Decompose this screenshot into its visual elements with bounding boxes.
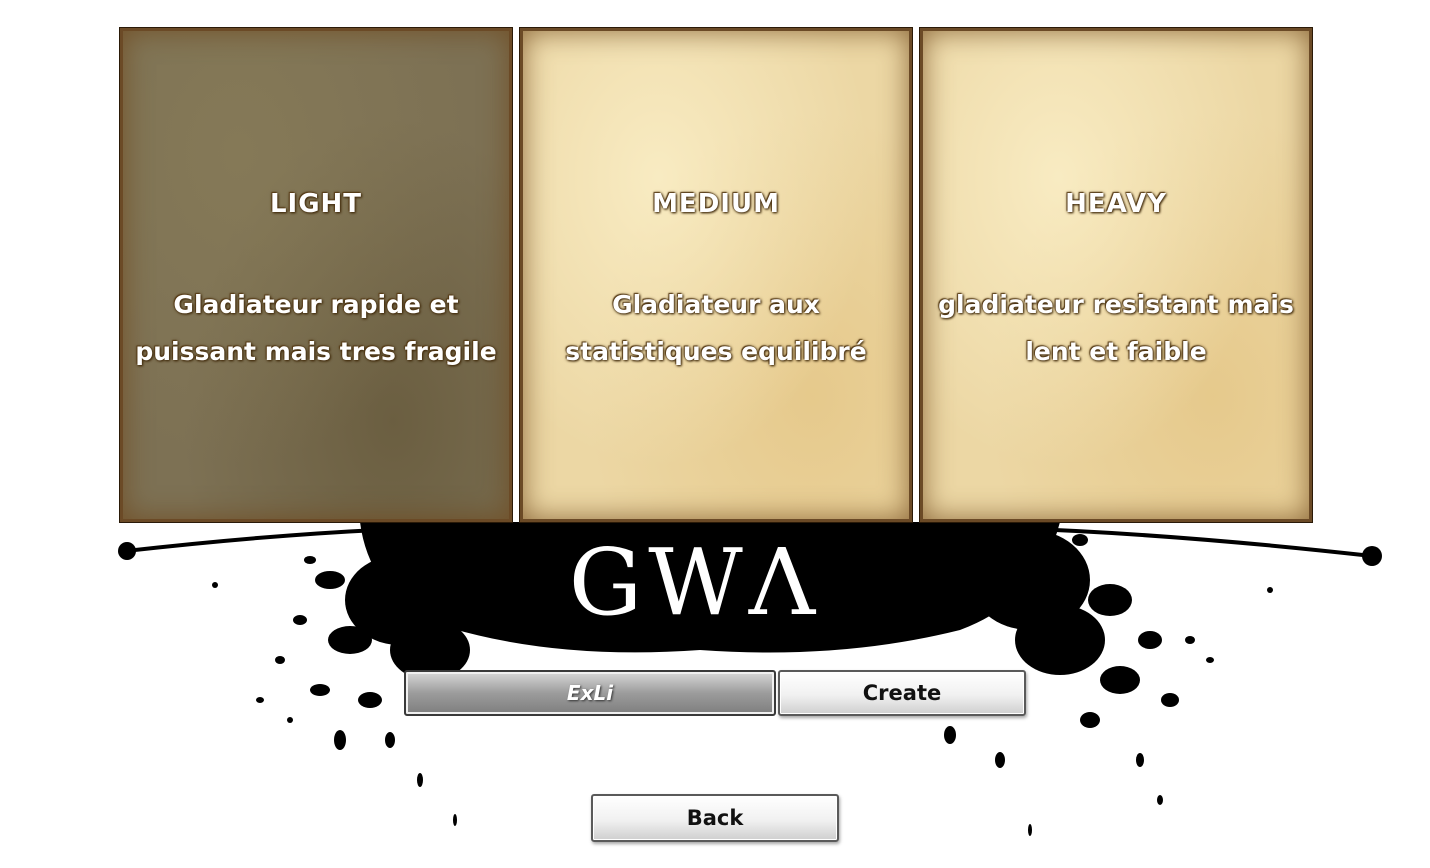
class-card-medium[interactable]: MEDIUM Gladiateur aux statistiques equil… bbox=[520, 28, 912, 522]
class-description: Gladiateur aux statistiques equilibré bbox=[531, 281, 901, 375]
class-card-light[interactable]: LIGHT Gladiateur rapide et puissant mais… bbox=[120, 28, 512, 522]
game-logo: GWΛ bbox=[568, 529, 822, 636]
class-card-heavy[interactable]: HEAVY gladiateur resistant mais lent et … bbox=[920, 28, 1312, 522]
gladiator-name-input[interactable] bbox=[406, 672, 774, 714]
class-title: LIGHT bbox=[269, 189, 363, 219]
class-description-line: lent et faible bbox=[1025, 337, 1207, 366]
class-title: HEAVY bbox=[1065, 189, 1167, 219]
back-button[interactable]: Back bbox=[591, 794, 839, 842]
class-selection-screen: LIGHT Gladiateur rapide et puissant mais… bbox=[0, 0, 1430, 868]
class-title: MEDIUM bbox=[652, 189, 780, 219]
class-description-line: Gladiateur aux bbox=[612, 290, 820, 319]
class-description: gladiateur resistant mais lent et faible bbox=[931, 281, 1301, 375]
class-description-line: gladiateur resistant mais bbox=[938, 290, 1294, 319]
class-description-line: Gladiateur rapide et bbox=[173, 290, 459, 319]
gladiator-name-field-container bbox=[404, 670, 776, 716]
class-description: Gladiateur rapide et puissant mais tres … bbox=[131, 281, 501, 375]
create-button[interactable]: Create bbox=[778, 670, 1026, 716]
class-description-line: statistiques equilibré bbox=[565, 337, 867, 366]
class-description-line: puissant mais tres fragile bbox=[135, 337, 497, 366]
